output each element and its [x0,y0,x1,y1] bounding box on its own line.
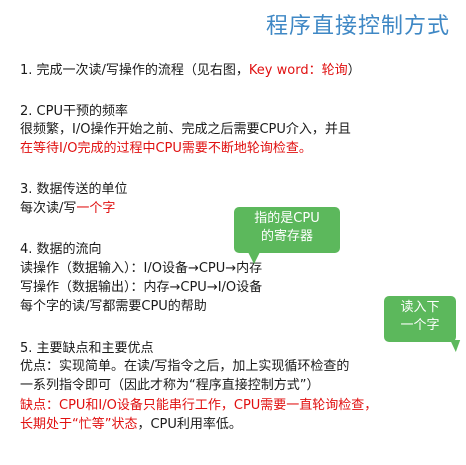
section-1-line: 1. 完成一次读/写操作的流程（见右图，Key word：轮询） [20,62,361,80]
callout-tail-icon [248,252,260,264]
section-2-line-1: 很频繁，I/O操作开始之前、完成之后需要CPU介入，并且 [20,122,351,137]
section-4-heading: 4. 数据的流向 [20,242,102,257]
section-5-heading: 5. 主要缺点和主要优点 [20,341,154,356]
section-1-suffix: ） [347,63,361,78]
callout-cpu-register: 指的是CPU 的寄存器 [234,207,340,264]
section-1-text: 1. 完成一次读/写操作的流程（见右图， [20,63,249,78]
callout-tail-icon [445,340,461,352]
section-2-line-2: 在等待I/O完成的过程中CPU需要不断地轮询检查。 [20,141,312,156]
disadvantage-line-1: 缺点：CPU和I/O设备只能串行工作，CPU需要一直轮询检查， [20,398,378,413]
disadvantage-line-2: 长期处于“忙等”状态，CPU利用率低。 [20,416,242,434]
section-3-heading: 3. 数据传送的单位 [20,182,128,197]
advantage-line-2: 一系列指令即可（因此才称为“程序直接控制方式”） [20,378,320,393]
section-3-text: 每次读/写 [20,201,77,216]
page-title: 程序直接控制方式 [265,14,450,39]
advantage-line-1: 优点：实现简单。在读/写指令之后，加上实现循环检查的 [20,359,350,374]
callout-read-word: 读入下 一个字 [384,296,461,352]
section-3-line: 每次读/写一个字 [20,200,115,218]
cpu-utilization-text: ，CPU利用率低。 [137,417,242,432]
callout-cpu-register-line-1: 指的是CPU [254,211,320,226]
callout-read-word-line-1: 读入下 [400,300,440,315]
one-word-text: 一个字 [76,201,116,216]
callout-cpu-register-line-2: 的寄存器 [260,229,313,244]
keyword-text: Key word：轮询 [248,63,348,78]
section-2-heading: 2. CPU干预的频率 [20,104,128,119]
read-flow-line: 读操作（数据输入）：I/O设备→CPU→内存 [20,261,263,276]
write-flow-line: 写操作（数据输出）：内存→CPU→I/O设备 [20,280,263,295]
busy-wait-text: 长期处于“忙等”状态 [20,417,138,432]
callout-read-word-line-2: 一个字 [400,318,440,333]
cpu-help-line: 每个字的读/写都需要CPU的帮助 [20,299,207,314]
